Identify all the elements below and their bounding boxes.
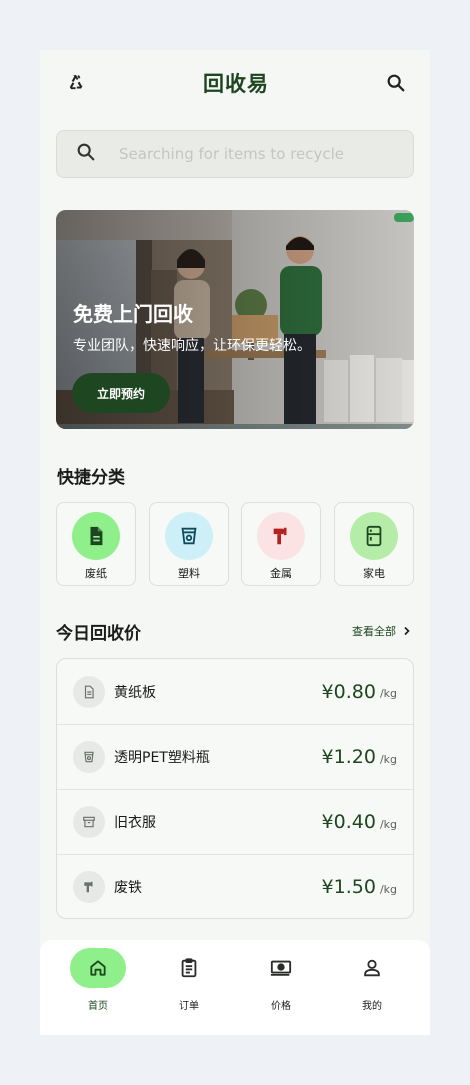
category-metal[interactable]: 金属: [241, 502, 321, 586]
price-row[interactable]: 透明PET塑料瓶 ¥1.20 /kg: [57, 724, 413, 789]
nav-label: 我的: [362, 1001, 382, 1012]
nav-label: 首页: [88, 1001, 108, 1012]
cup-icon: [73, 741, 105, 773]
document-icon: [90, 526, 103, 546]
category-label: 家电: [363, 567, 385, 580]
app-title: 回收易: [203, 72, 269, 96]
nav-label: 订单: [179, 1001, 199, 1012]
item-name: 旧衣服: [114, 815, 156, 831]
bottom-navigation: 首页 订单 价格 我的: [40, 940, 430, 1035]
nav-icon-wrap: [161, 948, 217, 988]
price-row[interactable]: 旧衣服 ¥0.40 /kg: [57, 789, 413, 854]
search-field[interactable]: Searching for items to recycle: [56, 130, 414, 178]
banner-subtitle: 专业团队，快速响应，让环保更轻松。: [73, 338, 311, 354]
category-label: 废纸: [85, 567, 107, 580]
box-icon: [73, 806, 105, 838]
category-paper[interactable]: 废纸: [56, 502, 136, 586]
price-row[interactable]: 黄纸板 ¥0.80 /kg: [57, 659, 413, 724]
money-icon: [270, 960, 292, 976]
item-unit: /kg: [379, 882, 397, 896]
clipboard-icon: [181, 958, 197, 978]
book-now-button[interactable]: 立即预约: [72, 373, 170, 413]
recycle-icon[interactable]: [64, 71, 88, 95]
view-all-label: 查看全部: [352, 625, 396, 638]
home-icon: [90, 960, 106, 976]
nav-label: 价格: [271, 1001, 291, 1012]
hammer-icon: [273, 527, 287, 545]
cup-icon: [181, 527, 197, 545]
search-icon: [75, 141, 97, 167]
banner-title: 免费上门回收: [73, 302, 193, 326]
view-all-link[interactable]: 查看全部: [352, 623, 412, 639]
item-name: 透明PET塑料瓶: [114, 750, 210, 766]
nav-icon-wrap: [253, 948, 309, 988]
nav-prices[interactable]: 价格: [246, 948, 316, 1018]
item-price: ¥0.80: [321, 680, 376, 703]
item-name: 黄纸板: [114, 684, 156, 701]
price-list: 黄纸板 ¥0.80 /kg 透明PET塑料瓶 ¥1.20 /kg 旧衣服 ¥0.…: [56, 658, 414, 919]
hammer-icon: [73, 871, 105, 903]
category-icon-bg: [165, 512, 213, 560]
app-screen: 回收易 Searching for items to recycle 免费上门回…: [40, 50, 430, 1035]
chevron-right-icon: [404, 626, 410, 636]
fridge-icon: [366, 525, 382, 547]
prices-title: 今日回收价: [56, 624, 141, 644]
search-placeholder: Searching for items to recycle: [119, 145, 345, 163]
item-price: ¥0.40: [321, 811, 376, 833]
promo-banner[interactable]: 免费上门回收 专业团队，快速响应，让环保更轻松。 立即预约: [56, 210, 414, 429]
nav-orders[interactable]: 订单: [154, 948, 224, 1018]
person-icon: [364, 959, 380, 977]
category-icon-bg: [350, 512, 398, 560]
item-unit: /kg: [379, 817, 397, 831]
item-unit: /kg: [379, 687, 397, 700]
item-price: ¥1.20: [321, 746, 376, 768]
search-icon[interactable]: [384, 71, 408, 95]
categories-title: 快捷分类: [57, 468, 125, 488]
nav-home[interactable]: 首页: [63, 948, 133, 1018]
category-icon-bg: [72, 512, 120, 560]
category-icon-bg: [257, 512, 305, 560]
price-row[interactable]: 废铁 ¥1.50 /kg: [57, 854, 413, 918]
nav-icon-wrap: [344, 948, 400, 988]
category-label: 塑料: [178, 567, 200, 580]
top-app-bar: 回收易: [40, 50, 430, 116]
category-plastic[interactable]: 塑料: [149, 502, 229, 586]
nav-profile[interactable]: 我的: [337, 948, 407, 1018]
item-price: ¥1.50: [321, 876, 376, 898]
category-label: 金属: [270, 567, 292, 580]
category-appliance[interactable]: 家电: [334, 502, 414, 586]
document-icon: [73, 675, 105, 708]
item-unit: /kg: [379, 752, 397, 766]
item-name: 废铁: [114, 880, 142, 896]
nav-active-indicator: [70, 948, 126, 988]
